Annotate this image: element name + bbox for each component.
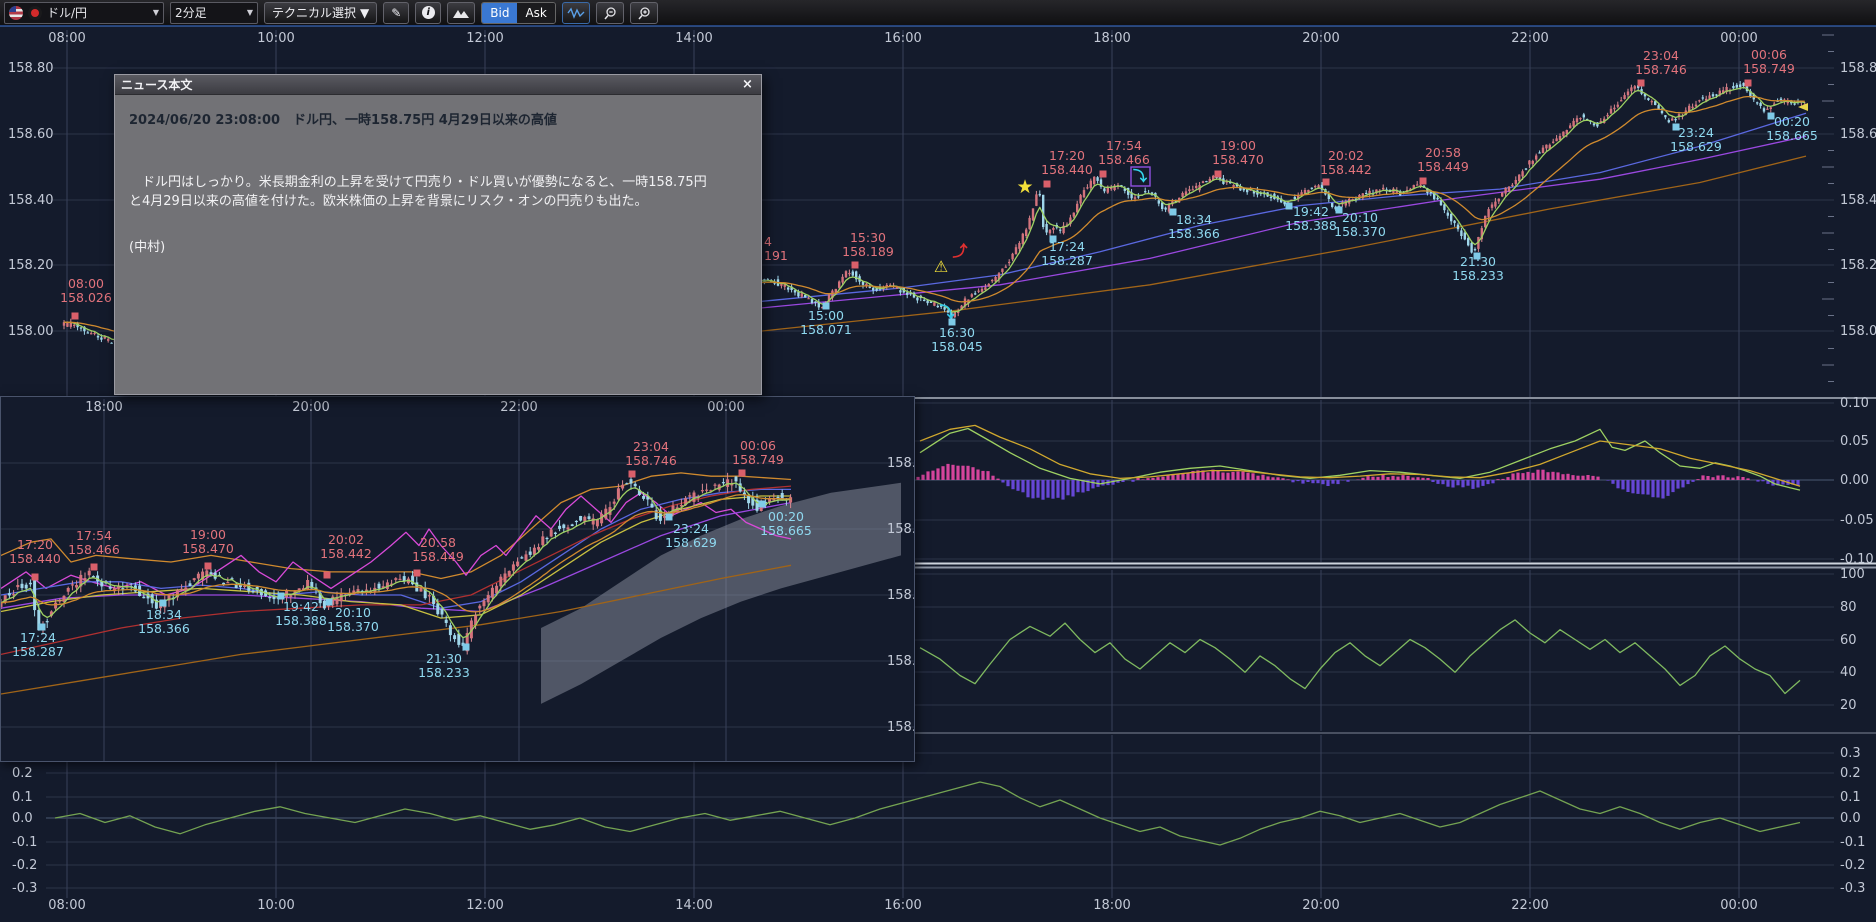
- annotation-time: 23:04: [633, 439, 669, 454]
- extreme-marker: [205, 563, 212, 570]
- news-body-line1: ドル円はしっかり。米長期金利の上昇を受けて円売り・ドル買いが優勢になると、一時1…: [129, 174, 747, 193]
- extreme-marker: [91, 564, 98, 571]
- timeframe-select[interactable]: 2分足 ▼: [170, 2, 258, 24]
- bid-ask-toggle: Bid Ask: [481, 2, 556, 24]
- extreme-marker: [160, 600, 167, 607]
- svg-text:158.: 158.: [887, 588, 914, 603]
- annotation-time: 18:34: [146, 607, 182, 622]
- wave-settings-button[interactable]: [562, 2, 590, 24]
- annotation-time: 19:00: [190, 527, 226, 542]
- annotation-price: 158.749: [732, 452, 784, 467]
- annotation-price: 158.440: [9, 551, 61, 566]
- news-title: ニュース本文: [121, 76, 192, 93]
- annotation-price: 158.370: [327, 619, 379, 634]
- annotation-price: 158.442: [320, 546, 372, 561]
- pair-label: ドル/円: [47, 4, 87, 21]
- annotation-price: 158.746: [625, 453, 677, 468]
- app-toolbar: ドル/円 ▼ 2分足 ▼ テクニカル選択 ▼ ✎ i Bid Ask: [0, 0, 1876, 26]
- svg-text:18:00: 18:00: [85, 400, 122, 415]
- detail-chart-window[interactable]: 17:20158.440 17:54158.466 19:00158.470 20:0…: [0, 396, 915, 762]
- annotation-price: 158.466: [68, 542, 120, 557]
- mountain-icon: [452, 7, 470, 19]
- annotation-time: 19:42: [283, 599, 319, 614]
- annotation-time: 00:06: [740, 438, 776, 453]
- annotation-price: 158.233: [418, 665, 470, 680]
- svg-text:22:00: 22:00: [500, 400, 537, 415]
- pair-select[interactable]: ドル/円 ▼: [4, 2, 164, 24]
- chevron-down-icon: ▼: [247, 8, 253, 17]
- macd-surface[interactable]: [915, 398, 1876, 562]
- timeframe-label: 2分足: [175, 4, 207, 21]
- extreme-marker: [324, 572, 331, 579]
- annotation-price: 158.629: [665, 535, 717, 550]
- draw-button[interactable]: ✎: [383, 2, 409, 24]
- svg-text:20:00: 20:00: [292, 400, 329, 415]
- bid-button[interactable]: Bid: [482, 3, 517, 23]
- extreme-marker: [629, 471, 636, 478]
- technical-select-button[interactable]: テクニカル選択 ▼: [264, 2, 377, 24]
- annotation-price: 158.287: [12, 644, 64, 659]
- annotation-price: 158.366: [138, 621, 190, 636]
- annotation-time: 23:24: [673, 521, 709, 536]
- ask-button[interactable]: Ask: [517, 3, 554, 23]
- extreme-marker: [463, 644, 470, 651]
- extreme-marker: [32, 574, 39, 581]
- svg-text:158.: 158.: [887, 456, 914, 471]
- close-icon: ×: [742, 77, 753, 92]
- chart-style-button[interactable]: [447, 2, 475, 24]
- annotation-time: 00:20: [768, 509, 804, 524]
- info-button[interactable]: i: [415, 2, 441, 24]
- annotation-time: 20:10: [335, 605, 371, 620]
- waveform-icon: [567, 7, 585, 19]
- news-byline: (中村): [129, 236, 747, 255]
- zoom-out-icon: [602, 6, 618, 20]
- zoom-in-button[interactable]: [630, 2, 658, 24]
- zoom-out-button[interactable]: [596, 2, 624, 24]
- annotation-time: 17:54: [76, 528, 112, 543]
- us-flag-icon: [9, 6, 23, 20]
- annotation-price: 158.470: [182, 541, 234, 556]
- annotation-time: 20:58: [420, 535, 456, 550]
- annotation-time: 17:20: [17, 537, 53, 552]
- detail-chart[interactable]: 17:20158.440 17:54158.466 19:00158.470 20:0…: [1, 397, 914, 761]
- news-body: ドル円はしっかり。米長期金利の上昇を受けて円売り・ドル買いが優勢になると、一時1…: [129, 174, 747, 212]
- news-window[interactable]: ニュース本文 × 2024/06/20 23:08:00 ドル円、一時158.7…: [114, 74, 762, 395]
- rsi-surface[interactable]: [915, 569, 1876, 733]
- extreme-marker: [666, 514, 673, 521]
- svg-text:158.: 158.: [887, 654, 914, 669]
- technical-label: テクニカル選択: [272, 4, 356, 21]
- extreme-marker: [739, 470, 746, 477]
- extreme-marker: [326, 599, 333, 606]
- trading-app: 08:00158.02615:30158.18917:20158.44017:5…: [0, 0, 1876, 922]
- svg-text:158.: 158.: [887, 522, 914, 537]
- chevron-down-icon: ▼: [153, 8, 159, 17]
- jp-flag-icon: [28, 6, 42, 20]
- extreme-marker: [414, 570, 421, 577]
- annotation-price: 158.665: [760, 523, 812, 538]
- annotation-time: 17:24: [20, 630, 56, 645]
- news-headline: 2024/06/20 23:08:00 ドル円、一時158.75円 4月29日以…: [129, 109, 747, 128]
- svg-text:158.: 158.: [887, 720, 914, 735]
- news-titlebar[interactable]: ニュース本文 ×: [115, 75, 761, 95]
- news-content: 2024/06/20 23:08:00 ドル円、一時158.75円 4月29日以…: [115, 95, 761, 265]
- news-close-button[interactable]: ×: [740, 78, 755, 91]
- annotation-price: 158.388: [275, 613, 327, 628]
- zoom-in-icon: [636, 6, 652, 20]
- info-icon: i: [422, 6, 435, 19]
- extreme-marker: [759, 501, 766, 508]
- pencil-icon: ✎: [391, 6, 401, 20]
- annotation-price: 158.449: [412, 549, 464, 564]
- annotation-time: 20:02: [328, 532, 364, 547]
- news-body-line2: と4月29日以来の高値を付けた。欧米株価の上昇を背景にリスク・オンの円売りも出た…: [129, 193, 747, 212]
- annotation-time: 21:30: [426, 651, 462, 666]
- chevron-down-icon: ▼: [360, 6, 369, 20]
- svg-text:00:00: 00:00: [707, 400, 744, 415]
